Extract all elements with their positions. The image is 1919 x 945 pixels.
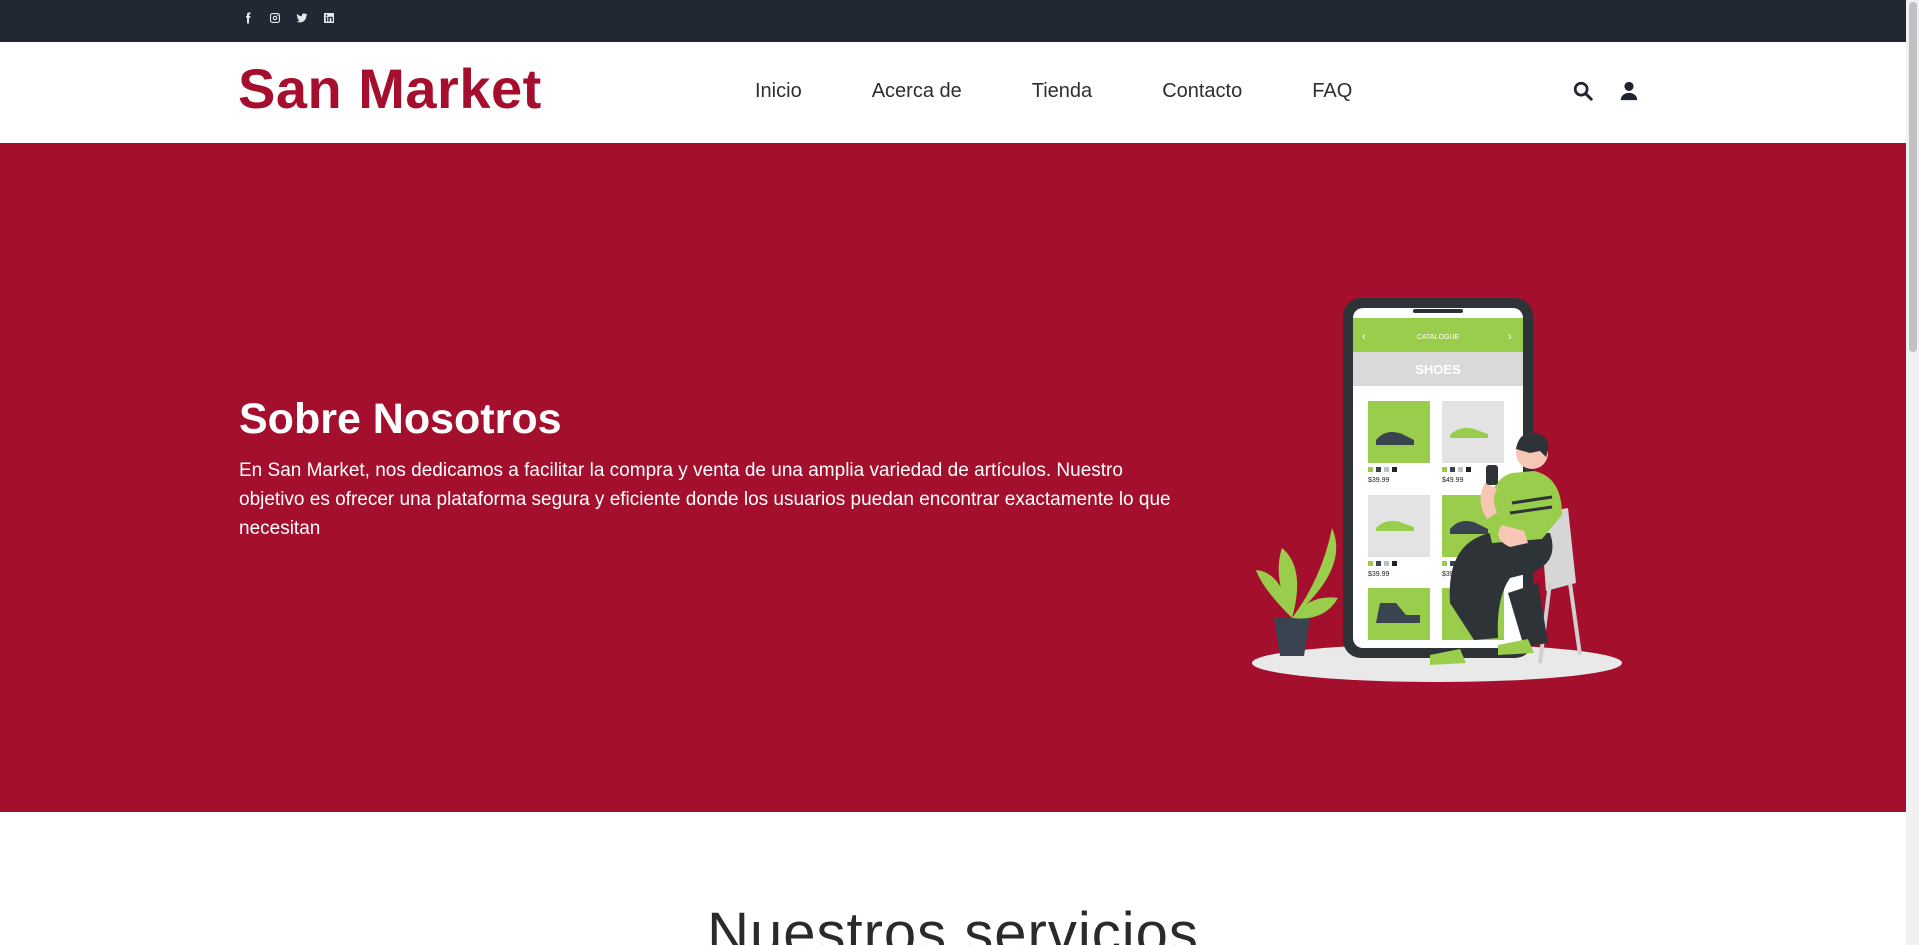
twitter-icon[interactable]	[294, 10, 309, 25]
nav-link-inicio[interactable]: Inicio	[755, 80, 802, 103]
svg-text:›: ›	[1508, 331, 1512, 343]
hero-section: Sobre Nosotros En San Market, nos dedica…	[0, 143, 1906, 812]
category-label: SHOES	[1415, 362, 1461, 377]
hero-title: Sobre Nosotros	[239, 395, 562, 443]
price-label: $39.99	[1368, 571, 1390, 578]
scrollbar-thumb[interactable]	[1909, 2, 1917, 352]
nav-link-faq[interactable]: FAQ	[1312, 80, 1352, 103]
price-label: $39.99	[1368, 477, 1390, 484]
nav-actions	[1572, 80, 1640, 102]
brand-logo[interactable]: San Market	[238, 56, 542, 121]
user-icon[interactable]	[1618, 80, 1640, 102]
social-links	[240, 10, 336, 25]
svg-text:‹: ‹	[1362, 331, 1366, 343]
facebook-icon[interactable]	[240, 10, 255, 25]
product-card	[1368, 401, 1430, 463]
search-icon[interactable]	[1572, 80, 1594, 102]
plant-decoration	[1256, 528, 1338, 656]
nav-menu: Inicio Acerca de Tienda Contacto FAQ	[755, 80, 1352, 103]
catalogue-label: CATALOGUE	[1417, 334, 1459, 341]
nav-link-tienda[interactable]: Tienda	[1032, 80, 1092, 103]
price-label: $49.99	[1442, 477, 1464, 484]
page-scrollbar[interactable]	[1906, 0, 1919, 945]
top-bar	[0, 0, 1906, 42]
services-heading: Nuestros servicios	[707, 901, 1199, 945]
linkedin-icon[interactable]	[321, 10, 336, 25]
nav-link-contacto[interactable]: Contacto	[1162, 80, 1242, 103]
hero-description: En San Market, nos dedicamos a facilitar…	[239, 460, 1171, 539]
main-navbar: San Market Inicio Acerca de Tienda Conta…	[0, 42, 1906, 143]
nav-link-acerca-de[interactable]: Acerca de	[872, 80, 962, 103]
instagram-icon[interactable]	[267, 10, 282, 25]
shopping-illustration: CATALOGUE ‹ › SHOES $39.99 $49.99 $39.99…	[1252, 298, 1622, 682]
